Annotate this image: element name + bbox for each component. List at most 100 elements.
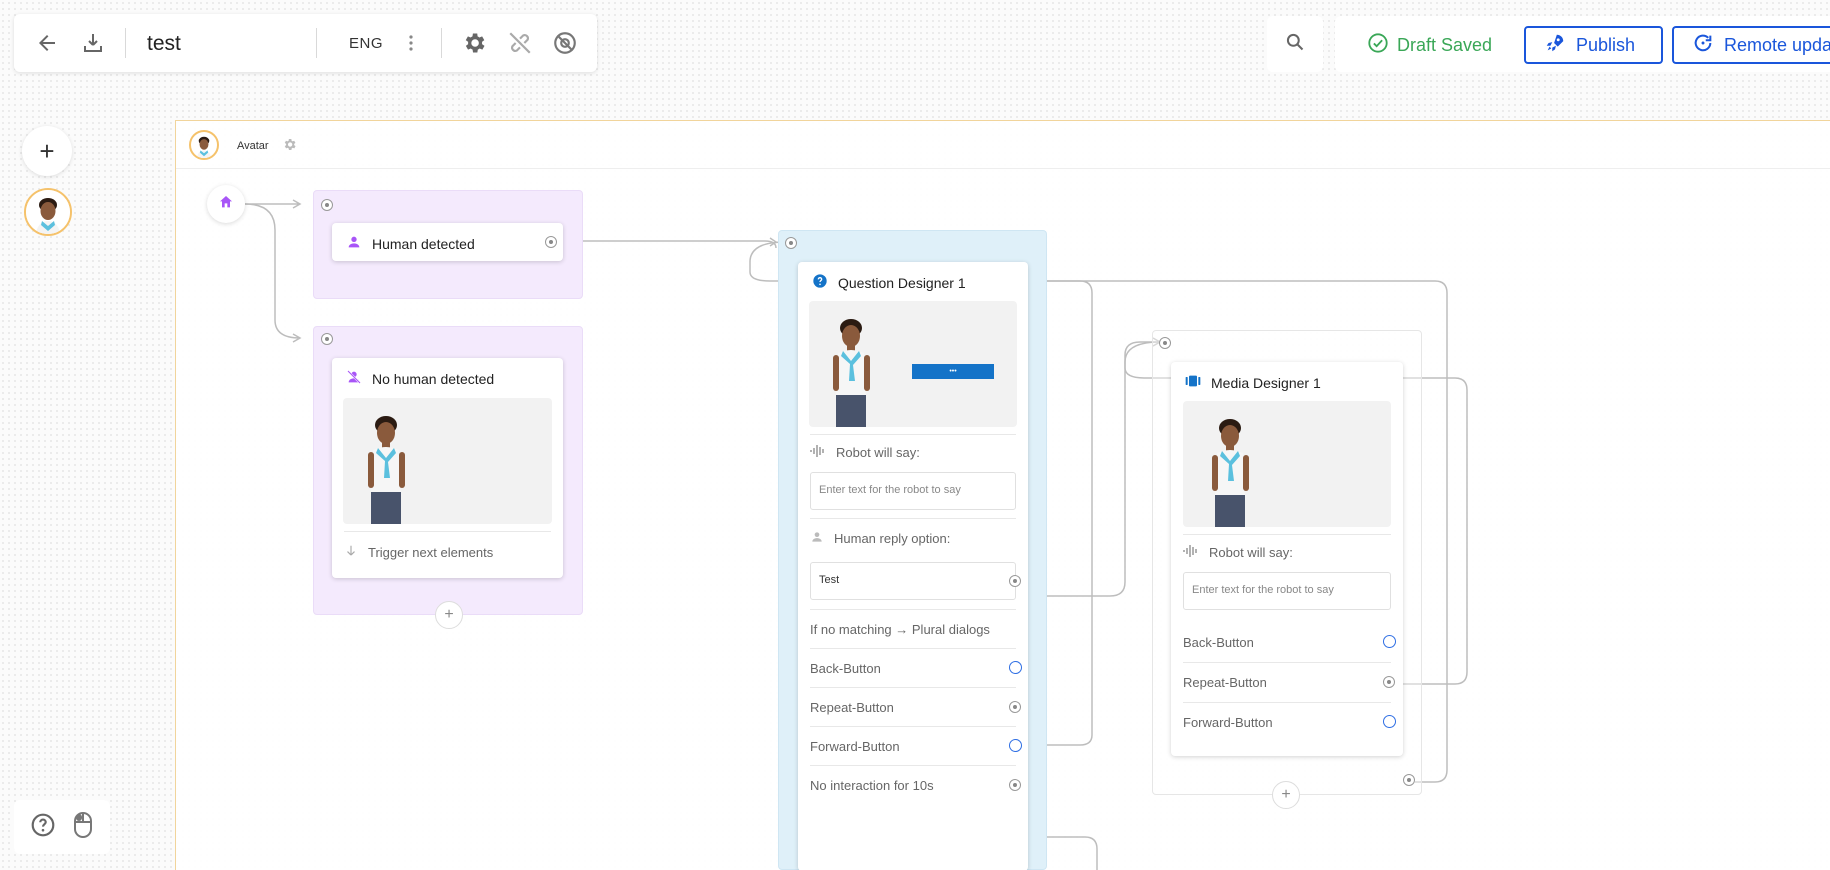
- media-icon: [1185, 373, 1201, 392]
- home-start-node[interactable]: [207, 185, 245, 223]
- node-title: Question Designer 1: [838, 274, 966, 291]
- robot-say-label: Robot will say:: [836, 444, 920, 460]
- forward-button-label: Forward-Button: [1183, 714, 1273, 730]
- human-reply-label: Human reply option:: [834, 530, 951, 546]
- back-output-port[interactable]: [1009, 661, 1022, 674]
- forward-button-row[interactable]: Forward-Button: [810, 736, 1016, 756]
- more-vert-icon[interactable]: [398, 30, 424, 56]
- draft-status: Draft Saved: [1367, 32, 1492, 59]
- robot-say-input[interactable]: Enter text for the robot to say: [1183, 572, 1391, 610]
- document-title[interactable]: test: [147, 32, 181, 56]
- robot-say-input[interactable]: Enter text for the robot to say: [810, 472, 1016, 510]
- language-selector[interactable]: ENG: [349, 35, 383, 52]
- avatar-preview-image: •••: [809, 301, 1017, 427]
- arrow-down-icon: [344, 544, 358, 561]
- publish-group: Draft Saved Publish Remote upda: [1335, 16, 1830, 72]
- reply-option-input[interactable]: Test: [810, 562, 1016, 600]
- node-title: Media Designer 1: [1211, 374, 1321, 391]
- mouse-icon[interactable]: [72, 811, 94, 844]
- avatar-rail-thumbnail[interactable]: [24, 188, 72, 236]
- question-icon: [812, 273, 828, 292]
- help-icon[interactable]: [30, 812, 56, 843]
- help-toolbar: [14, 800, 110, 854]
- back-arrow-icon[interactable]: [34, 30, 60, 56]
- no-match-row[interactable]: If no matching → Plural dialogs: [810, 619, 1016, 639]
- input-port[interactable]: [321, 199, 333, 211]
- forward-button-label: Forward-Button: [810, 738, 900, 754]
- add-element-button[interactable]: +: [22, 126, 72, 176]
- no-interaction-label: No interaction for 10s: [810, 777, 934, 793]
- person-off-icon: [346, 369, 362, 388]
- forward-button-row[interactable]: Forward-Button: [1183, 712, 1391, 732]
- human-reply-row: Human reply option:: [810, 528, 1016, 548]
- robot-say-label: Robot will say:: [1209, 544, 1293, 560]
- search-icon: [1285, 32, 1305, 57]
- plus-icon: +: [444, 606, 454, 623]
- media-designer-node[interactable]: Media Designer 1 Robot will say: Enter t…: [1171, 362, 1403, 756]
- repeat-output-port[interactable]: [1009, 701, 1021, 713]
- input-port[interactable]: [785, 237, 797, 249]
- link-off-icon[interactable]: [507, 30, 533, 56]
- gear-icon[interactable]: [461, 30, 487, 56]
- remote-update-button[interactable]: Remote upda: [1672, 26, 1830, 64]
- no-eye-icon[interactable]: [552, 30, 578, 56]
- add-node-button[interactable]: +: [435, 601, 463, 629]
- repeat-button-label: Repeat-Button: [1183, 674, 1267, 690]
- no-human-detected-group: No human detected Trigger next elements …: [313, 326, 583, 629]
- audio-wave-icon: [1183, 544, 1199, 561]
- download-icon[interactable]: [80, 30, 106, 56]
- plus-icon: +: [39, 135, 55, 166]
- repeat-button-row[interactable]: Repeat-Button: [1183, 672, 1391, 692]
- remote-update-label: Remote upda: [1724, 34, 1830, 55]
- media-designer-group: Media Designer 1 Robot will say: Enter t…: [1152, 330, 1422, 809]
- add-node-button[interactable]: +: [1272, 781, 1300, 809]
- reply-output-port[interactable]: [1009, 575, 1021, 587]
- trigger-label: Trigger next elements: [368, 544, 494, 560]
- preview-answer-button: •••: [949, 368, 957, 375]
- node-title: No human detected: [372, 370, 495, 387]
- node-title: Human detected: [372, 235, 475, 252]
- human-detected-group: Human detected: [313, 190, 583, 299]
- input-port[interactable]: [1159, 337, 1171, 349]
- repeat-button-row[interactable]: Repeat-Button: [810, 697, 1016, 717]
- trigger-next-row[interactable]: Trigger next elements: [344, 542, 551, 562]
- no-human-detected-node[interactable]: No human detected Trigger next elements: [332, 358, 563, 578]
- repeat-output-port[interactable]: [1383, 676, 1395, 688]
- repeat-button-label: Repeat-Button: [810, 699, 894, 715]
- avatar-face-icon: [26, 190, 70, 234]
- canvas-header: Avatar: [176, 121, 1830, 169]
- publish-button[interactable]: Publish: [1524, 26, 1663, 64]
- search-button[interactable]: [1267, 16, 1323, 72]
- no-match-label: If no matching → Plural dialogs: [810, 621, 990, 637]
- no-interaction-row[interactable]: No interaction for 10s: [810, 775, 1016, 795]
- avatar-preview-image: [343, 398, 552, 524]
- output-port[interactable]: [545, 236, 557, 248]
- avatar-preview-image: [1183, 401, 1391, 527]
- back-output-port[interactable]: [1383, 635, 1396, 648]
- publish-label: Publish: [1576, 34, 1636, 55]
- question-designer-group: Question Designer 1 ••• Robot will say:: [778, 230, 1047, 870]
- forward-output-port[interactable]: [1383, 715, 1396, 728]
- back-button-label: Back-Button: [1183, 634, 1254, 650]
- back-button-label: Back-Button: [810, 660, 881, 676]
- human-detected-node[interactable]: Human detected: [332, 223, 563, 261]
- robot-say-row: Robot will say:: [1183, 542, 1391, 562]
- forward-output-port[interactable]: [1009, 739, 1022, 752]
- plus-icon: +: [1281, 786, 1291, 803]
- robot-say-row: Robot will say:: [810, 442, 1016, 462]
- person-icon: [810, 530, 824, 547]
- gear-icon[interactable]: [282, 137, 297, 157]
- no-interaction-output-port[interactable]: [1009, 779, 1021, 791]
- audio-wave-icon: [810, 444, 826, 461]
- group-output-port[interactable]: [1403, 774, 1415, 786]
- question-designer-node[interactable]: Question Designer 1 ••• Robot will say:: [798, 262, 1028, 870]
- refresh-icon: [1692, 32, 1714, 59]
- top-toolbar: test ENG: [14, 14, 597, 72]
- check-circle-icon: [1367, 32, 1389, 59]
- back-button-row[interactable]: Back-Button: [1183, 632, 1391, 652]
- back-button-row[interactable]: Back-Button: [810, 658, 1016, 678]
- home-icon: [218, 194, 234, 215]
- draft-status-label: Draft Saved: [1397, 35, 1493, 55]
- person-icon: [346, 234, 362, 253]
- input-port[interactable]: [321, 333, 333, 345]
